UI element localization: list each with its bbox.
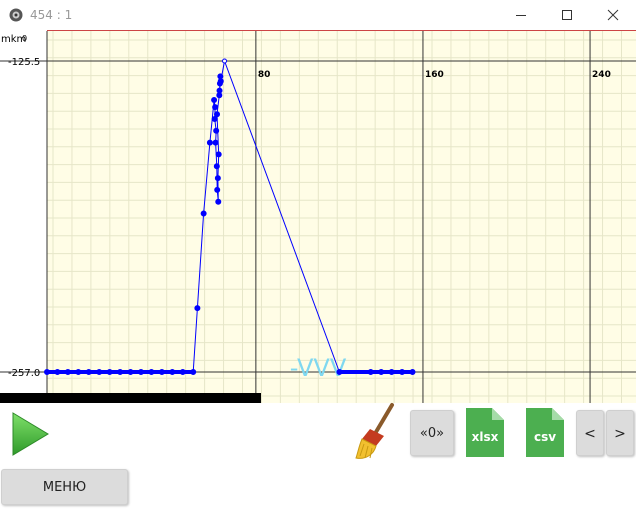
data-point [214, 186, 221, 193]
data-point [214, 111, 221, 118]
menu-button[interactable]: МЕНЮ [1, 469, 128, 505]
prev-button[interactable]: < [576, 410, 604, 456]
x-tick-label: 240 [592, 70, 611, 80]
data-point [212, 104, 219, 111]
chart-left-margin [0, 30, 47, 403]
export-xlsx-button[interactable]: xlsx [466, 408, 504, 457]
data-point [222, 58, 228, 64]
data-point [213, 127, 220, 134]
data-point [213, 163, 220, 170]
data-point [216, 87, 223, 94]
y-tick-label: -257.0 [8, 368, 40, 379]
x-tick-label: 160 [425, 70, 444, 80]
clear-button[interactable] [352, 402, 402, 462]
maximize-button[interactable] [544, 0, 590, 30]
app-icon [9, 8, 23, 22]
data-point [212, 139, 219, 146]
x-tick-label: 80 [258, 70, 271, 80]
data-point [206, 139, 213, 146]
export-csv-button[interactable]: csv [526, 408, 564, 457]
y-tick-label: -125.5 [8, 57, 40, 68]
xlsx-label: xlsx [471, 430, 499, 444]
close-button[interactable] [590, 0, 636, 30]
csv-label: csv [533, 430, 557, 444]
data-point [194, 305, 201, 312]
minimize-button[interactable] [498, 0, 544, 30]
data-point [214, 175, 221, 182]
play-button[interactable] [10, 411, 50, 457]
data-point [217, 78, 224, 85]
title-bar: 454 : 1 [0, 0, 636, 30]
chart[interactable]: 80 160 240-125.5-257.0 mkm 0 -VVV [0, 30, 636, 403]
play-icon [12, 412, 49, 456]
progress-bar [0, 393, 261, 403]
window-title: 454 : 1 [30, 8, 73, 22]
data-point [217, 73, 224, 80]
data-point [215, 151, 222, 158]
data-point [200, 210, 207, 217]
data-point [211, 115, 218, 122]
y-axis-label-sub: 0 [22, 34, 27, 43]
data-point [215, 198, 222, 205]
data-point [211, 97, 218, 104]
broom-icon [355, 403, 394, 459]
plot-area [47, 30, 636, 403]
next-button[interactable]: > [606, 410, 634, 456]
zero-button[interactable]: «0» [410, 410, 454, 456]
